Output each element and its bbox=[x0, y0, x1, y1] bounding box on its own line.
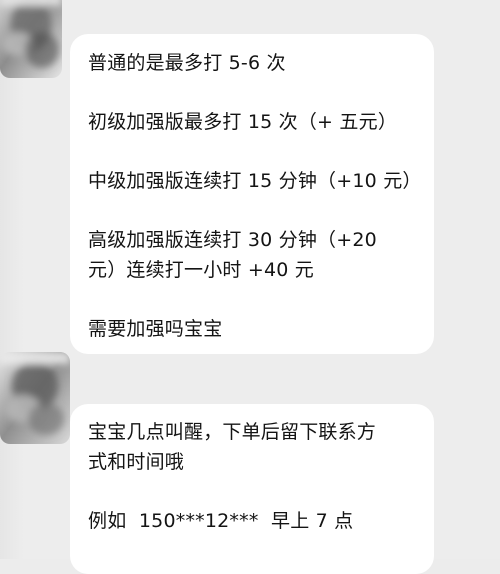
avatar[interactable] bbox=[0, 0, 62, 78]
message-line: 高级加强版连续打 30 分钟（+20 bbox=[88, 229, 377, 251]
message-line: 宝宝几点叫醒，下单后留下联系方 bbox=[88, 421, 377, 443]
line-spacer bbox=[88, 137, 416, 166]
line-spacer bbox=[88, 477, 416, 506]
line-spacer bbox=[88, 196, 416, 225]
message-bubble-1[interactable]: 普通的是最多打 5-6 次 初级加强版最多打 15 次（+ 五元） 中级加强版连… bbox=[70, 34, 434, 354]
line-spacer bbox=[88, 285, 416, 314]
message-line: 元）连续打一小时 +40 元 bbox=[88, 259, 314, 281]
message-line: 初级加强版最多打 15 次（+ 五元） bbox=[88, 111, 398, 133]
message-line: 式和时间哦 bbox=[88, 451, 185, 473]
message-line: 普通的是最多打 5-6 次 bbox=[88, 52, 286, 74]
message-line: 例如 150***12*** 早上 7 点 bbox=[88, 510, 354, 532]
avatar[interactable] bbox=[0, 352, 70, 444]
message-bubble-2[interactable]: 宝宝几点叫醒，下单后留下联系方 式和时间哦 例如 150***12*** 早上 … bbox=[70, 404, 434, 574]
left-shadow bbox=[0, 0, 24, 559]
message-line: 中级加强版连续打 15 分钟（+10 元） bbox=[88, 170, 422, 192]
line-spacer bbox=[88, 78, 416, 107]
chat-window: 普通的是最多打 5-6 次 初级加强版最多打 15 次（+ 五元） 中级加强版连… bbox=[0, 0, 500, 574]
blurred-avatar-icon bbox=[0, 352, 70, 444]
message-line: 需要加强吗宝宝 bbox=[88, 318, 223, 340]
blurred-avatar-icon bbox=[0, 0, 62, 78]
